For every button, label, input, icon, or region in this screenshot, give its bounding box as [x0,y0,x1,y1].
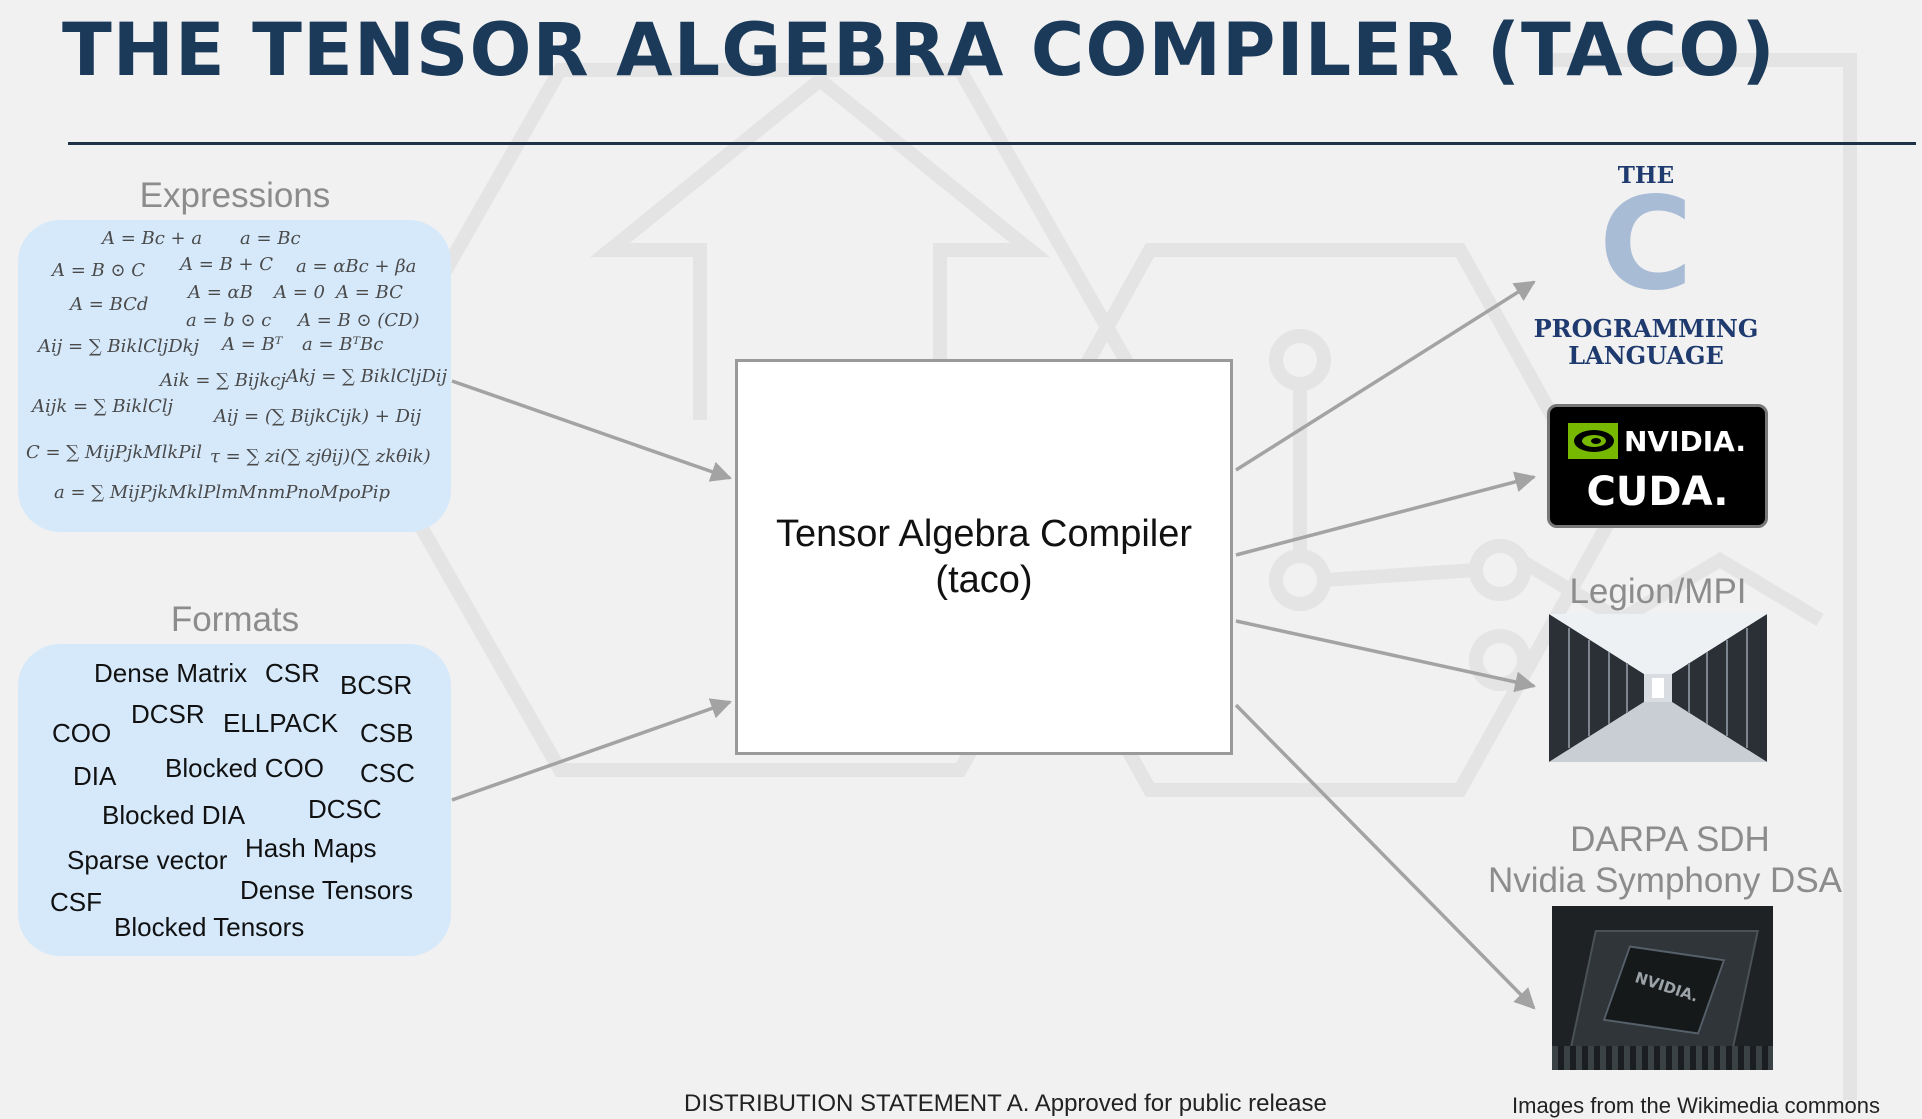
legion-label: Legion/MPI [1569,572,1747,611]
nvidia-cuda-logo: NVIDIA. CUDA. [1547,404,1768,528]
datacenter-image [1549,614,1767,762]
compiler-subtitle: (taco) [935,559,1033,601]
arrow-compiler-to-legion [1235,619,1537,693]
compiler-title: Tensor Algebra Compiler [775,513,1193,555]
nvidia-brand-text: NVIDIA. [1624,425,1747,458]
symphony-label: Nvidia Symphony DSA [1487,861,1843,900]
c-language-logo: THE C PROGRAMMING LANGUAGE [1534,160,1759,370]
distribution-statement: DISTRIBUTION STATEMENT A. Approved for p… [684,1090,1327,1117]
arrow-expressions-to-compiler [451,379,732,482]
c-logo-line1: PROGRAMMING [1533,314,1759,343]
arrow-compiler-to-cuda [1235,471,1537,557]
arrow-formats-to-compiler [451,698,732,802]
c-logo-line2: LANGUAGE [1568,341,1724,370]
darpa-label: DARPA SDH [1570,820,1770,859]
nvidia-eye-icon [1568,423,1618,459]
c-logo-letter: C [1599,170,1693,319]
cuda-product-text: CUDA. [1586,469,1729,515]
arrow-compiler-to-c [1235,280,1536,472]
gpu-chip-image: NVIDIA. [1552,906,1773,1070]
image-credits: Images from the Wikimedia commons [1512,1093,1880,1118]
compiler-box: Tensor Algebra Compiler (taco) [735,359,1233,755]
